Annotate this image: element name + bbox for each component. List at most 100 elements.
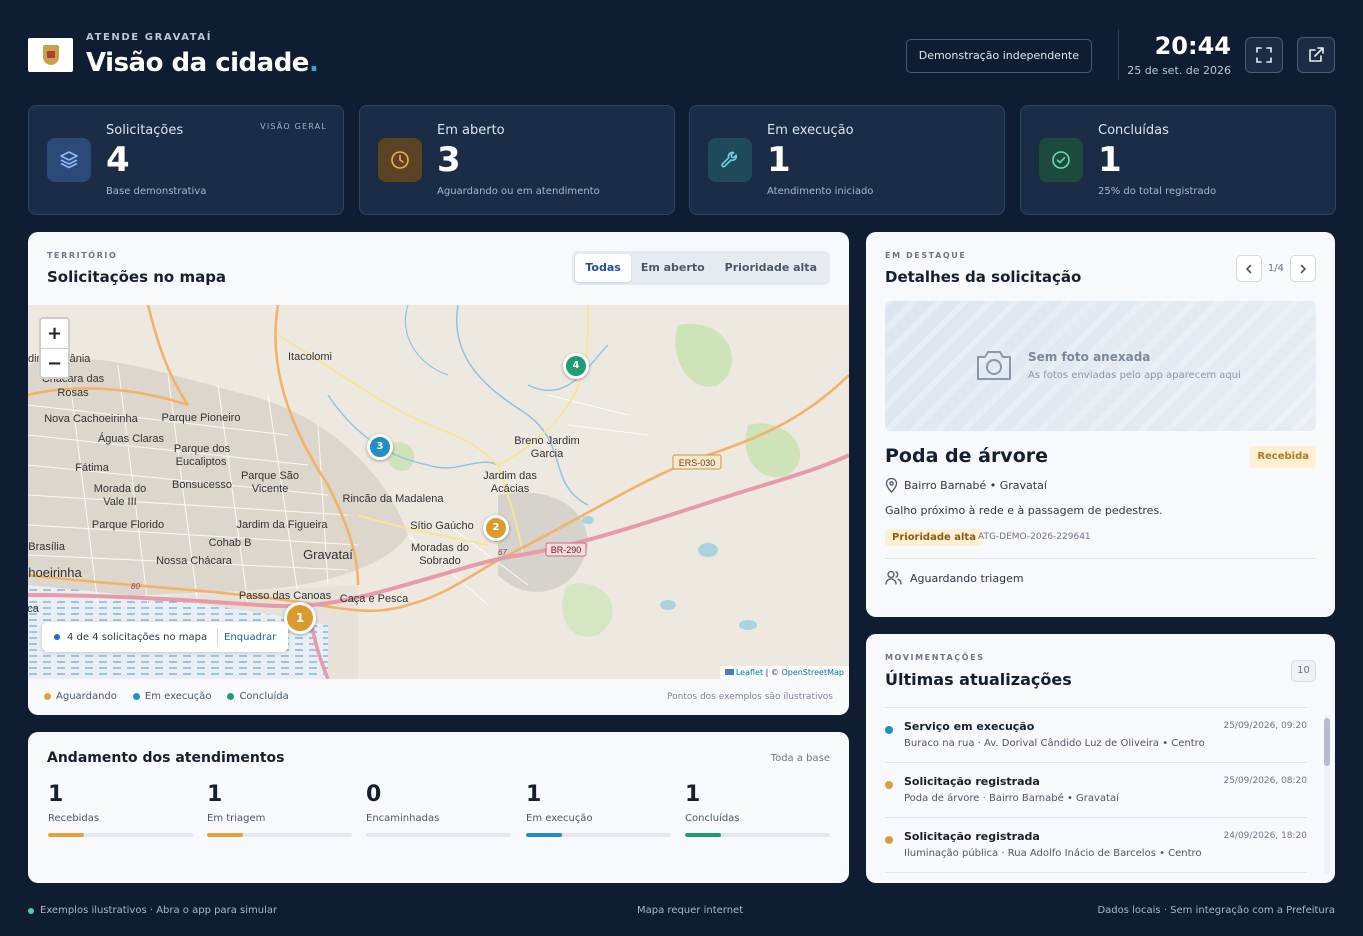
demo-mode-button[interactable]: Demonstração independente	[905, 39, 1092, 73]
place-label: Caça e Pesca	[340, 593, 409, 605]
progress-fill	[207, 833, 244, 837]
place-label: Sítio Gaúcho	[410, 520, 474, 532]
footer-middle-text: Mapa requer internet	[637, 905, 744, 916]
pager-text: 1/4	[1267, 263, 1284, 274]
progress-label: Concluídas	[685, 813, 740, 824]
city-logo	[28, 38, 73, 72]
progress-label: Em triagem	[207, 813, 266, 824]
update-item[interactable]: Solicitação registrada 24/09/2026, 18:20…	[885, 817, 1307, 872]
place-label: Fátima	[75, 462, 110, 474]
place-label: Sobrado	[419, 555, 461, 567]
scrollbar-thumb[interactable]	[1324, 718, 1330, 766]
footer-right-text: Dados locais · Sem integração com a Pref…	[1097, 905, 1335, 916]
place-label: ca	[28, 603, 40, 615]
filter-tab-prioridade-alta[interactable]: Prioridade alta	[715, 254, 827, 282]
place-label: Gravataí	[303, 547, 353, 562]
photo-placeholder: Sem foto anexada As fotos enviadas pelo …	[885, 301, 1316, 431]
road-label: BR-290	[551, 545, 582, 555]
osm-link[interactable]: OpenStreetMap	[781, 668, 844, 677]
place-label: Parque dos	[174, 443, 231, 455]
request-location: Bairro Barnabé • Gravataí	[904, 479, 1047, 492]
legend-label: Em execução	[144, 691, 212, 702]
chevron-right-icon	[1300, 264, 1307, 273]
update-item[interactable]: Solicitação registrada 25/09/2026, 08:20…	[885, 762, 1307, 817]
updates-count-badge: 10	[1291, 660, 1316, 682]
kpi-note: Base demonstrativa	[106, 186, 207, 197]
request-title: Poda de árvore	[885, 445, 1049, 467]
update-time: 25/09/2026, 09:20	[1223, 721, 1307, 731]
place-label: Garcia	[531, 448, 564, 460]
header-divider	[1118, 30, 1119, 80]
place-label: Passo das Canoas	[239, 590, 332, 602]
prev-button[interactable]	[1235, 255, 1262, 282]
map[interactable]: ERS-030 BR-290 67 80 Itacolomi Parque Pi…	[28, 305, 849, 679]
progress-fill	[526, 833, 563, 837]
map-filter-tabs: Todas Em aberto Prioridade alta	[572, 251, 830, 285]
org-name: ATENDE GRAVATAÍ	[86, 32, 213, 43]
location-pin-icon	[885, 478, 898, 493]
update-subtitle: Buraco na rua · Av. Dorival Cândido Luz …	[904, 738, 1205, 749]
legend-dot	[227, 693, 235, 700]
zoom-out-button[interactable]: −	[41, 348, 68, 377]
zoom-in-button[interactable]: +	[41, 319, 68, 348]
fit-bounds-link[interactable]: Enquadrar	[224, 632, 276, 643]
map-legend: Aguardando Em execução Concluída	[44, 691, 305, 702]
map-marker-4[interactable]: 4	[563, 353, 589, 379]
open-external-button[interactable]	[1297, 37, 1335, 73]
kpi-card-solicitacoes: Solicitações 4 Base demonstrativa VISÃO …	[28, 105, 344, 215]
kpi-badge: VISÃO GERAL	[260, 122, 327, 131]
coat-of-arms-icon	[42, 45, 59, 65]
progress-label: Recebidas	[48, 813, 100, 824]
map-eyebrow: TERRITÓRIO	[47, 251, 118, 260]
progress-label: Em execução	[526, 813, 593, 824]
leaflet-link[interactable]: Leaflet	[736, 668, 763, 677]
kpi-note: Atendimento iniciado	[767, 186, 874, 197]
place-label: Jardim das	[483, 470, 537, 482]
update-time: 24/09/2026, 18:20	[1223, 831, 1307, 841]
footer-left: Exemplos ilustrativos · Abra o app para …	[28, 905, 277, 916]
filter-tab-todas[interactable]: Todas	[575, 254, 631, 282]
updates-title: Últimas atualizações	[885, 670, 1072, 689]
progress-recebidas: 1 Recebidas	[48, 782, 193, 837]
page-title-text: Visão da cidade	[86, 48, 309, 78]
map-title: Solicitações no mapa	[47, 268, 227, 286]
map-marker-1[interactable]: 1	[284, 602, 316, 634]
kpi-value: 3	[437, 140, 461, 180]
road-label: 80	[131, 582, 140, 591]
priority-badge: Prioridade alta	[885, 529, 983, 546]
assignee-status: Aguardando triagem	[910, 572, 1024, 585]
place-label: Cohab B	[209, 537, 252, 549]
legend-label: Aguardando	[56, 691, 117, 702]
updates-panel: MOVIMENTAÇÕES Últimas atualizações 10 Se…	[866, 634, 1335, 883]
detail-eyebrow: EM DESTAQUE	[885, 251, 967, 260]
kpi-value: 1	[767, 140, 791, 180]
next-button[interactable]	[1290, 255, 1316, 282]
clock-icon	[391, 151, 409, 169]
filter-tab-em-aberto[interactable]: Em aberto	[631, 254, 715, 282]
request-description: Galho próximo à rede e à passagem de ped…	[885, 504, 1163, 517]
updates-scrollbar[interactable]	[1324, 714, 1330, 874]
kpi-label: Em execução	[767, 123, 854, 138]
place-label: Vicente	[252, 483, 289, 495]
legend-item-concluida: Concluída	[227, 691, 289, 702]
update-status-dot	[885, 836, 893, 844]
progress-value: 1	[48, 782, 64, 807]
progress-encaminhadas: 0 Encaminhadas	[366, 782, 511, 837]
fullscreen-button[interactable]	[1245, 37, 1283, 73]
place-label: Rincão da Madalena	[343, 493, 445, 505]
map-attribution: Leaflet | © OpenStreetMap	[719, 666, 849, 679]
kpi-value: 1	[1098, 140, 1122, 180]
progress-bar	[366, 833, 511, 837]
update-item[interactable]: Serviço em execução 25/09/2026, 09:20 Bu…	[885, 707, 1307, 762]
wrench-icon	[721, 151, 738, 168]
progress-bar	[526, 833, 671, 837]
zoom-control: + −	[39, 317, 70, 379]
map-marker-2[interactable]: 2	[483, 515, 509, 541]
place-label: Itacolomi	[288, 351, 332, 363]
footer-status-dot	[28, 907, 34, 914]
progress-title: Andamento dos atendimentos	[47, 750, 285, 766]
kpi-label: Solicitações	[106, 123, 184, 138]
progress-em-execucao: 1 Em execução	[526, 782, 671, 837]
map-marker-3[interactable]: 3	[367, 434, 393, 460]
photo-subtitle: As fotos enviadas pelo app aparecem aqui	[1028, 370, 1241, 381]
